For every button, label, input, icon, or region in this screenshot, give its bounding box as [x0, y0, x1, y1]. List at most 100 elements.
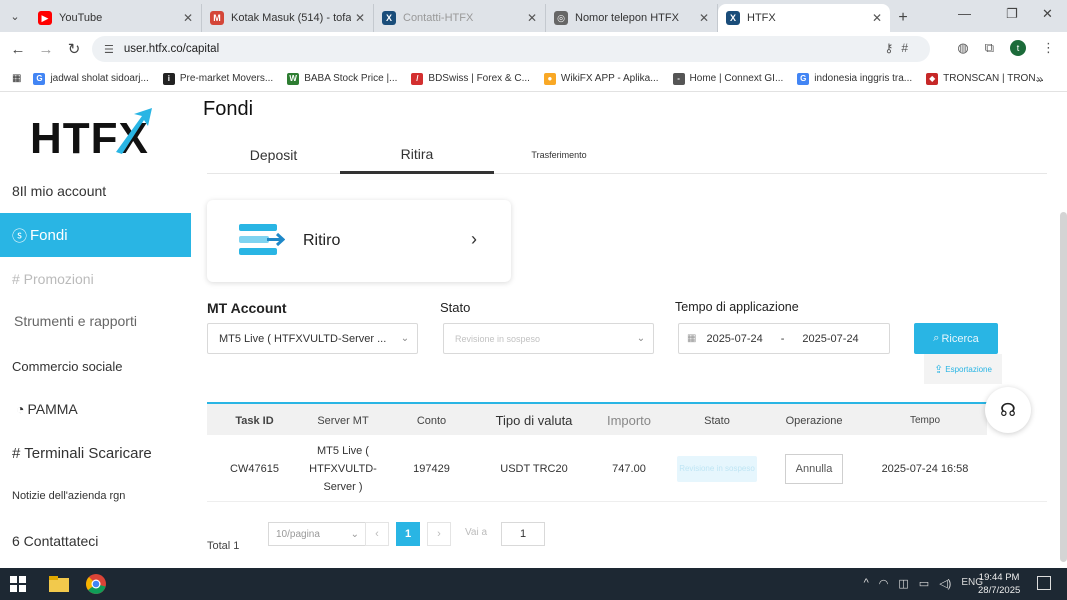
investing-icon: i: [162, 72, 175, 85]
bookmark-item[interactable]: - Home | Connext GI...: [672, 72, 783, 85]
url-input[interactable]: ☰ user.htfx.co/capital ⚷#: [92, 36, 930, 62]
mt-account-select[interactable]: MT5 Live ( HTFXVULTD-Server ... ⌄: [207, 323, 418, 354]
page-size-select[interactable]: 10/pagina ⌄: [268, 522, 368, 546]
window-close-icon[interactable]: ✕: [1042, 6, 1053, 22]
browser-tab-contatti[interactable]: X Contatti-HTFX ✕: [374, 4, 546, 32]
close-icon[interactable]: ✕: [527, 11, 537, 25]
col-operazione: Operazione: [785, 414, 843, 427]
bookmark-item[interactable]: Gindonesia inggris tra...: [797, 72, 912, 85]
chrome-icon[interactable]: [85, 573, 107, 595]
goto-label: Vai a: [465, 527, 488, 538]
bookmark-item[interactable]: ● WikiFX APP - Aplika...: [543, 72, 659, 85]
col-task-id: Task ID: [235, 414, 274, 427]
translate-icon[interactable]: ◍: [957, 40, 968, 56]
volume-icon[interactable]: ◁): [939, 577, 951, 590]
browser-tab-htfx[interactable]: X HTFX ✕: [718, 4, 890, 32]
export-button[interactable]: ⇪ Esportazione: [924, 354, 1002, 384]
browser-tab-youtube[interactable]: ▶ YouTube ✕: [30, 4, 202, 32]
minimize-icon[interactable]: —: [958, 6, 971, 21]
site-info-icon[interactable]: ☰: [104, 43, 114, 56]
apps-grid-icon[interactable]: ▦: [12, 73, 21, 84]
withdraw-icon: [239, 224, 285, 255]
col-tempo: Tempo: [909, 415, 940, 426]
cell-operazione: Annulla: [765, 435, 863, 502]
notification-icon[interactable]: [1037, 576, 1051, 590]
new-tab-icon[interactable]: +: [890, 4, 916, 32]
search-button[interactable]: ⌕ Ricerca: [914, 323, 998, 354]
withdraw-card[interactable]: Ritiro ›: [207, 200, 511, 282]
tab-ritira[interactable]: Ritira: [340, 136, 494, 174]
file-explorer-icon[interactable]: [48, 574, 70, 594]
restore-icon[interactable]: ❐: [1006, 6, 1018, 22]
taskbar-clock[interactable]: 19:44 PM 28/7/2025: [978, 571, 1020, 597]
close-icon[interactable]: ✕: [355, 11, 365, 25]
tab-deposit[interactable]: Deposit: [207, 136, 340, 174]
forward-icon[interactable]: →: [32, 41, 60, 58]
sidebar-item-terminali[interactable]: # Terminali Scaricare: [0, 431, 191, 475]
col-stato: Stato: [704, 414, 730, 427]
battery-icon[interactable]: ▭: [919, 577, 929, 590]
address-bar: ← → ↻ ☰ user.htfx.co/capital ⚷# ◍ ⧉ t ⋮: [0, 32, 1067, 66]
close-icon[interactable]: ✕: [699, 11, 709, 25]
sidebar-item-fondi[interactable]: ⓢ Fondi: [0, 213, 191, 257]
browser-tab-nomor[interactable]: ◎ Nomor telepon HTFX ✕: [546, 4, 718, 32]
next-page-button[interactable]: ›: [427, 522, 451, 546]
pagination: Total 1 10/pagina ⌄ ‹ 1 › Vai a 1: [207, 522, 545, 558]
connext-icon: -: [672, 72, 685, 85]
close-icon[interactable]: ✕: [872, 11, 882, 25]
back-icon[interactable]: ←: [4, 41, 32, 58]
bookmarks-bar: ▦ Gjadwal sholat sidoarj... i Pre-market …: [0, 66, 1067, 92]
bookmark-item[interactable]: i Pre-market Movers...: [162, 72, 273, 85]
tab-trasferimento[interactable]: Trasferimento: [494, 136, 624, 174]
w-icon: W: [287, 72, 300, 85]
more-menu-icon[interactable]: ⋮: [1042, 40, 1055, 56]
bookmark-item[interactable]: ◆ TRONSCAN | TRON...: [926, 72, 1044, 85]
page-scrollbar[interactable]: [1060, 212, 1067, 562]
sidebar-item-strumenti[interactable]: Strumenti e rapporti: [0, 299, 191, 343]
page-button[interactable]: 1: [396, 522, 420, 546]
extensions-icon[interactable]: ⧉: [985, 40, 994, 56]
col-valuta: Tipo di valuta: [495, 413, 573, 428]
prev-page-button[interactable]: ‹: [365, 522, 389, 546]
network-icon[interactable]: ◫: [898, 577, 908, 590]
sidebar-item-contattateci[interactable]: 6 Contattateci: [0, 519, 191, 563]
globe-icon: ◎: [554, 11, 568, 25]
search-icon: ⌕: [933, 332, 940, 344]
tab-search-icon[interactable]: ⌄: [0, 0, 30, 32]
profile-avatar[interactable]: t: [1010, 40, 1026, 56]
cell-conto: 197429: [413, 462, 450, 475]
cell-task-id: CW47615: [230, 462, 279, 475]
sidebar-item-pamma[interactable]: ◔ PAMMA: [0, 387, 191, 431]
browser-tab-gmail[interactable]: M Kotak Masuk (514) - tofan25 ✕: [202, 4, 374, 32]
wifi-icon[interactable]: ◠: [879, 577, 889, 590]
cell-server-mt: MT5 Live ( HTFXVULTD- Server ): [309, 444, 377, 493]
tray-expand-icon[interactable]: ^: [864, 577, 869, 590]
bookmark-item[interactable]: W BABA Stock Price |...: [287, 72, 397, 85]
dollar-icon: ⓢ: [12, 227, 28, 245]
page-title: Fondi: [203, 98, 254, 120]
sidebar-item-notizie[interactable]: Notizie dell'azienda rgn: [0, 474, 191, 518]
bookmarks-more-icon[interactable]: »: [1036, 72, 1043, 86]
gmail-icon: M: [210, 11, 224, 25]
windows-start-icon[interactable]: [10, 576, 26, 592]
goto-page-input[interactable]: 1: [501, 522, 545, 546]
logo-arrow-icon: [116, 108, 152, 154]
password-key-icon[interactable]: ⚷#: [885, 41, 916, 55]
cell-tempo: 2025-07-24 16:58: [881, 462, 969, 475]
cancel-button[interactable]: Annulla: [784, 453, 844, 484]
reload-icon[interactable]: ↻: [60, 40, 88, 58]
sidebar-item-commercio[interactable]: Commercio sociale: [0, 344, 191, 388]
sidebar-item-account[interactable]: 8Il mio account: [0, 169, 191, 213]
date-range-picker[interactable]: ▦ 2025-07-24 - 2025-07-24: [678, 323, 890, 354]
col-importo: Importo: [606, 413, 652, 428]
wikifx-icon: ●: [543, 72, 556, 85]
close-icon[interactable]: ✕: [183, 11, 193, 25]
bookmark-item[interactable]: Gjadwal sholat sidoarj...: [33, 72, 149, 85]
sidebar-item-promozioni[interactable]: # Promozioni: [0, 257, 191, 301]
stato-select[interactable]: Revisione in sospeso ⌄: [443, 323, 654, 354]
support-chat-icon[interactable]: ☊: [985, 387, 1031, 433]
chevron-down-icon: ⌄: [636, 333, 646, 344]
table-row: CW47615 MT5 Live ( HTFXVULTD- Server ) 1…: [207, 435, 1047, 502]
bookmark-item[interactable]: / BDSwiss | Forex & C...: [411, 72, 530, 85]
pager-total: Total 1: [207, 540, 240, 552]
